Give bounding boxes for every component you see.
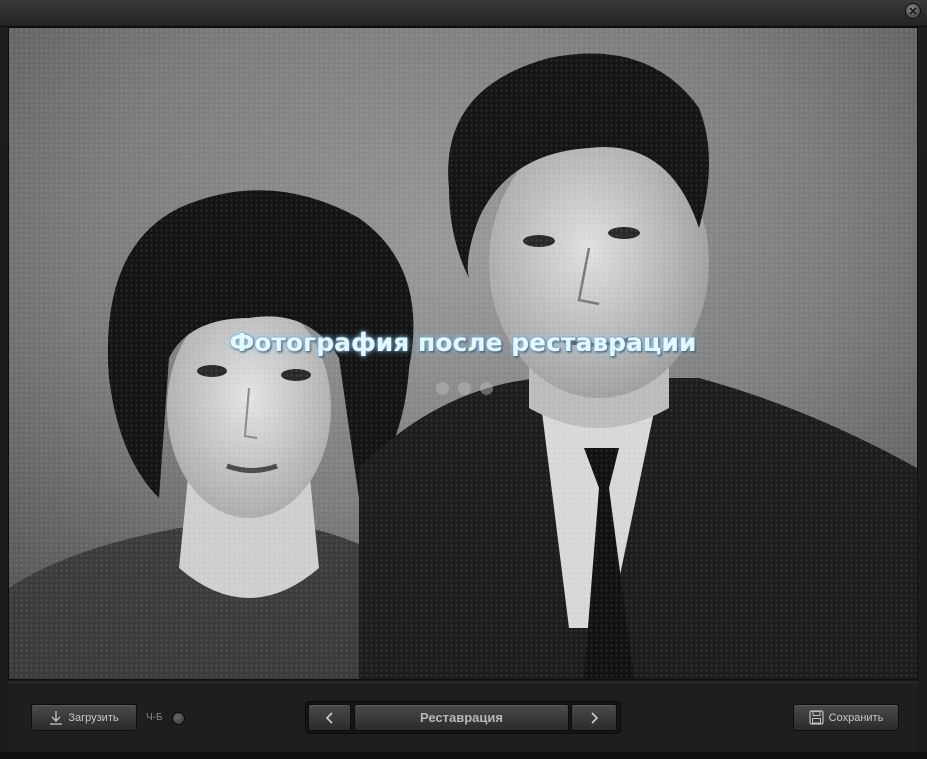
loading-dot: [458, 382, 471, 395]
loading-indicator: [436, 382, 493, 395]
chevron-right-icon: [591, 711, 599, 724]
loading-dot: [480, 382, 493, 395]
close-icon: [909, 7, 917, 15]
mode-button[interactable]: Реставрация: [354, 704, 569, 731]
next-button[interactable]: [571, 704, 617, 731]
load-button-label: Загрузить: [68, 711, 119, 724]
save-button[interactable]: Сохранить: [793, 704, 899, 731]
bw-toggle[interactable]: [172, 712, 185, 725]
photo-viewer: Фотография после реставрации: [8, 27, 918, 680]
chevron-left-icon: [325, 711, 333, 724]
download-icon: [50, 710, 63, 725]
app-window: Фотография после реставрации Загрузить Ч…: [0, 0, 927, 759]
bottom-toolbar: Загрузить Ч-Б Реставрация Сохранить: [8, 682, 918, 753]
close-button[interactable]: [905, 3, 921, 19]
floppy-disk-icon: [809, 710, 824, 725]
previous-button[interactable]: [308, 704, 351, 731]
bw-label: Ч-Б: [146, 712, 163, 723]
mode-label: Реставрация: [420, 710, 503, 725]
restoration-caption: Фотография после реставрации: [229, 328, 697, 357]
save-button-label: Сохранить: [828, 711, 884, 724]
load-button[interactable]: Загрузить: [31, 704, 137, 731]
title-bar: [0, 0, 927, 27]
loading-dot: [436, 382, 449, 395]
bottom-edge: [0, 752, 927, 759]
